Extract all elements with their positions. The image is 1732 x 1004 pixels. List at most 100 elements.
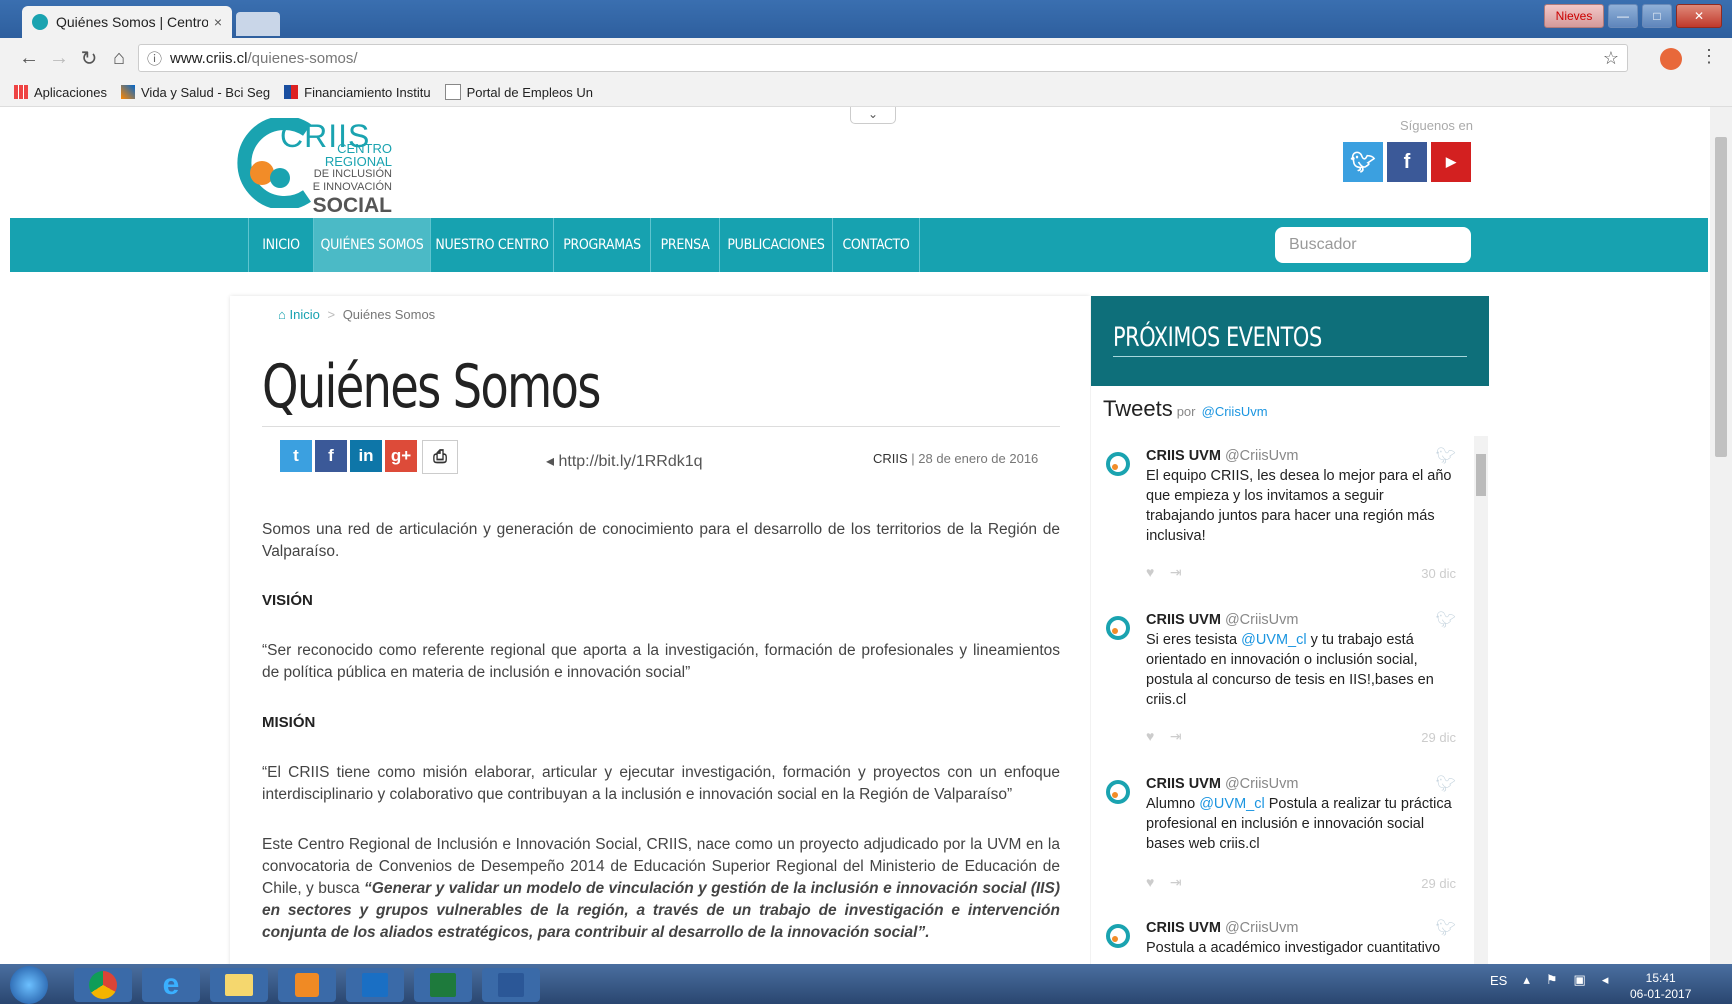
twitter-icon[interactable]: 🐦︎ [1343,142,1383,182]
forward-arrow-icon[interactable]: → [44,47,74,70]
bookmark-vida-salud[interactable]: Vida y Salud - Bci Seg [121,85,270,100]
nav-nuestro-centro[interactable]: NUESTRO CENTRO [430,218,553,272]
tweets-scrollbar[interactable] [1474,436,1488,966]
tweet-date[interactable]: 29 dic [1421,876,1456,891]
tweet-actions[interactable]: ♥ ⇥ [1146,874,1182,891]
address-bar[interactable]: ⓘ www.criis.cl/quienes-somos/ ☆ [138,44,1628,72]
vision-heading: VISIÓN [262,592,313,609]
share-twitter-icon[interactable]: t [280,440,312,472]
word-taskbar-icon[interactable] [482,968,540,1002]
extension-icon[interactable] [1660,48,1682,70]
tweet-text: Alumno [1146,796,1200,812]
tweet-mention-link[interactable]: @UVM_cl [1199,796,1264,812]
avatar[interactable] [1104,610,1136,642]
back-arrow-icon[interactable]: ← [14,47,44,70]
tweet-handle[interactable]: @CriisUvm [1225,612,1299,628]
nav-publicaciones[interactable]: PUBLICACIONES [719,218,832,272]
excel-taskbar-icon[interactable] [414,968,472,1002]
collapse-toggle[interactable]: ⌄ [850,107,896,124]
nav-inicio[interactable]: INICIO [248,218,313,272]
nav-programas[interactable]: PROGRAMAS [553,218,650,272]
like-heart-icon[interactable]: ♥ [1146,728,1154,744]
tweet-item[interactable]: CRIIS UVM @CriisUvm El equipo CRIIS, les … [1104,446,1456,586]
search-input[interactable]: Buscador [1275,227,1471,263]
like-heart-icon[interactable]: ♥ [1146,564,1154,580]
tweet-date[interactable]: 30 dic [1421,566,1456,581]
logo-line4: SOCIAL [312,194,392,217]
avatar[interactable] [1104,774,1136,806]
window-controls: Nieves — □ ✕ [1544,4,1722,28]
tweet-actions[interactable]: ♥ ⇥ [1146,728,1182,745]
tweet-author[interactable]: CRIIS UVM [1146,612,1221,628]
tab-close-icon[interactable]: × [214,14,222,30]
share-arrow-icon[interactable]: ⇥ [1170,564,1182,580]
events-underline [1113,356,1467,357]
language-indicator[interactable]: ES [1490,973,1507,988]
print-icon[interactable]: ⎙ [422,440,458,474]
new-tab-button[interactable] [236,12,280,36]
facebook-icon[interactable]: f [1387,142,1427,182]
ie-taskbar-icon[interactable]: e [142,968,200,1002]
chrome-taskbar-icon[interactable] [74,968,132,1002]
youtube-icon[interactable]: ▶ [1431,142,1471,182]
like-heart-icon[interactable]: ♥ [1146,874,1154,890]
tweet-item[interactable]: CRIIS UVM @CriisUvm Postula a académico i… [1104,918,1456,964]
share-facebook-icon[interactable]: f [315,440,347,472]
flag-tray-icon[interactable]: ⚑ [1546,972,1558,988]
tweet-handle[interactable]: @CriisUvm [1225,776,1299,792]
tweet-text: Postula a académico investigador cuantit… [1146,940,1441,956]
page-scrollbar[interactable] [1710,107,1732,964]
tweet-author[interactable]: CRIIS UVM [1146,920,1221,936]
menu-kebab-icon[interactable]: ⋮ [1700,46,1718,67]
scrollbar-thumb[interactable] [1715,137,1727,457]
tweet-actions[interactable]: ♥ ⇥ [1146,564,1182,581]
tweet-author[interactable]: CRIIS UVM [1146,776,1221,792]
share-arrow-icon[interactable]: ⇥ [1170,728,1182,744]
tray-expand-icon[interactable]: ▴ [1523,972,1530,988]
bookmark-portal-empleos[interactable]: Portal de Empleos Un [444,84,593,100]
outlook-taskbar-icon[interactable] [346,968,404,1002]
tweet-item[interactable]: CRIIS UVM @CriisUvm Alumno @UVM_cl Postul… [1104,774,1456,914]
byline: CRIIS | 28 de enero de 2016 [873,451,1039,466]
home-icon[interactable]: ⌂ [104,47,134,70]
info-icon[interactable]: ⓘ [147,48,162,69]
avatar[interactable] [1104,918,1136,950]
close-window-button[interactable]: ✕ [1676,4,1722,28]
tweet-item[interactable]: CRIIS UVM @CriisUvm Si eres tesista @UVM_… [1104,610,1456,750]
nav-contacto[interactable]: CONTACTO [832,218,920,272]
tweets-handle[interactable]: @CriisUvm [1202,404,1268,419]
nav-quienes-somos[interactable]: QUIÉNES SOMOS [313,218,430,272]
tweet-date[interactable]: 29 dic [1421,730,1456,745]
profile-button[interactable]: Nieves [1544,4,1604,28]
tab-title: Quiénes Somos | Centro [56,14,208,30]
avatar[interactable] [1104,446,1136,478]
start-button[interactable] [10,966,48,1004]
network-tray-icon[interactable]: ▣ [1574,972,1586,988]
tweet-author[interactable]: CRIIS UVM [1146,448,1221,464]
explorer-taskbar-icon[interactable] [210,968,268,1002]
home-icon[interactable]: ⌂ [278,307,286,322]
minimize-button[interactable]: — [1608,4,1638,28]
clock[interactable]: 15:41 06-01-2017 [1630,970,1691,1002]
volume-tray-icon[interactable]: ◂ [1602,972,1609,988]
site-favicon-icon [32,14,48,30]
reload-icon[interactable]: ↻ [74,46,104,71]
tweet-handle[interactable]: @CriisUvm [1225,920,1299,936]
share-linkedin-icon[interactable]: in [350,440,382,472]
tweet-handle[interactable]: @CriisUvm [1225,448,1299,464]
browser-tab[interactable]: Quiénes Somos | Centro × [22,6,232,38]
tweets-scroll-thumb[interactable] [1476,454,1486,496]
maximize-button[interactable]: □ [1642,4,1672,28]
bookmark-apps[interactable]: Aplicaciones [14,85,107,100]
share-googleplus-icon[interactable]: g+ [385,440,417,472]
media-taskbar-icon[interactable] [278,968,336,1002]
breadcrumb-home[interactable]: Inicio [289,307,319,322]
nav-prensa[interactable]: PRENSA [650,218,719,272]
tweets-header: Tweets por @CriisUvm [1103,396,1268,422]
tweet-mention-link[interactable]: @UVM_cl [1241,632,1306,648]
bookmark-financiamiento[interactable]: Financiamiento Institu [284,85,431,100]
short-link[interactable]: ◂ http://bit.ly/1RRdk1q [546,451,703,471]
share-arrow-icon[interactable]: ⇥ [1170,874,1182,890]
intro-paragraph: Somos una red de articulación y generaci… [262,521,1060,560]
bookmark-star-icon[interactable]: ☆ [1603,48,1619,69]
